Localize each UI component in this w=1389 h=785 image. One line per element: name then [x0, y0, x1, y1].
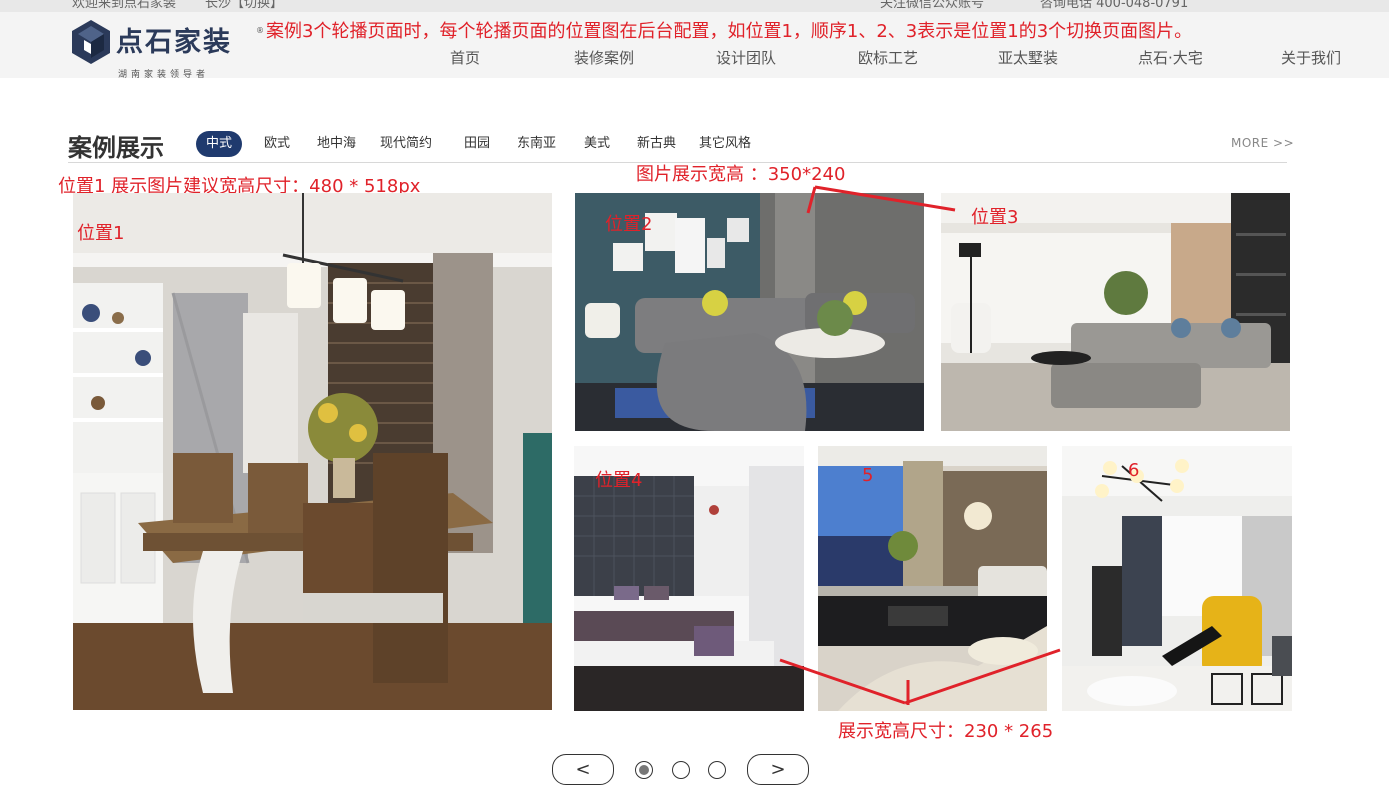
- prev-page-button[interactable]: <: [552, 754, 614, 785]
- main-nav: 首页 装修案例 设计团队 欧标工艺 亚太墅装 点石·大宅 关于我们: [0, 47, 1389, 67]
- tab-neoclassical[interactable]: 新古典: [637, 131, 676, 157]
- tab-american[interactable]: 美式: [584, 131, 610, 157]
- nav-item-design-team[interactable]: 设计团队: [716, 47, 776, 68]
- annotation-small-size: 图片展示宽高 ：350*240: [636, 164, 846, 185]
- logo-reg-mark: ®: [256, 26, 264, 35]
- case-image-position-2[interactable]: 位置2: [575, 193, 924, 431]
- case-image-position-6[interactable]: 6: [1062, 446, 1292, 711]
- next-page-button[interactable]: >: [747, 754, 809, 785]
- wechat-link[interactable]: 关注微信公众账号: [880, 0, 984, 11]
- pager-dot-2[interactable]: [672, 761, 690, 779]
- case-image-position-5[interactable]: 5: [818, 446, 1047, 711]
- nav-item-craft[interactable]: 欧标工艺: [858, 47, 918, 68]
- case-image-position-4[interactable]: 位置4: [574, 446, 804, 711]
- welcome-text: 欢迎来到点石家装: [72, 0, 177, 11]
- tab-southeast-asia[interactable]: 东南亚: [517, 131, 556, 157]
- tile-label-position-1: 位置1: [77, 223, 125, 244]
- annotation-bottom-size: 展示宽高尺寸：230 * 265: [838, 721, 1054, 742]
- tab-chinese[interactable]: 中式: [196, 131, 243, 157]
- section-title: 案例展示: [68, 134, 164, 162]
- tab-modern[interactable]: 现代简约: [380, 131, 432, 157]
- tab-other[interactable]: 其它风格: [699, 131, 751, 157]
- nav-item-mansion[interactable]: 点石·大宅: [1138, 47, 1203, 68]
- pager-dot-1[interactable]: [635, 761, 653, 779]
- nav-item-home[interactable]: 首页: [450, 47, 480, 68]
- case-image-position-1[interactable]: 位置1: [73, 193, 552, 710]
- living-room-yellow-chair-image: [1062, 446, 1292, 711]
- annotation-carousel-note: 案例3个轮播页面时，每个轮播页面的位置图在后台配置，如位置1，顺序1、2、3表示…: [266, 21, 1193, 42]
- nav-item-villa[interactable]: 亚太墅装: [998, 47, 1058, 68]
- pager-dot-3[interactable]: [708, 761, 726, 779]
- page: 欢迎来到点石家装 长沙【切换】 关注微信公众账号 咨询电话 400-048-07…: [0, 0, 1389, 785]
- logo-subtitle: 湖南家装领导者: [118, 70, 210, 80]
- more-link[interactable]: MORE >>: [1231, 136, 1294, 150]
- tab-pastoral[interactable]: 田园: [464, 131, 490, 157]
- tile-label-position-6: 6: [1128, 460, 1140, 481]
- nav-item-about[interactable]: 关于我们: [1281, 47, 1341, 68]
- dining-room-image: [73, 193, 552, 710]
- tab-european[interactable]: 欧式: [264, 131, 290, 157]
- tile-label-position-4: 位置4: [595, 470, 643, 491]
- tile-label-position-3: 位置3: [971, 207, 1019, 228]
- tile-label-position-2: 位置2: [605, 214, 653, 235]
- case-image-position-3[interactable]: 位置3: [941, 193, 1290, 431]
- nav-item-cases[interactable]: 装修案例: [574, 47, 634, 68]
- tab-mediterranean[interactable]: 地中海: [317, 131, 356, 157]
- top-bar: 欢迎来到点石家装 长沙【切换】 关注微信公众账号 咨询电话 400-048-07…: [0, 0, 1389, 12]
- phone-text: 咨询电话 400-048-0791: [1040, 0, 1189, 11]
- tile-label-position-5: 5: [862, 465, 874, 486]
- city-switch-link[interactable]: 长沙【切换】: [205, 0, 283, 11]
- living-room-window-image: [818, 446, 1047, 711]
